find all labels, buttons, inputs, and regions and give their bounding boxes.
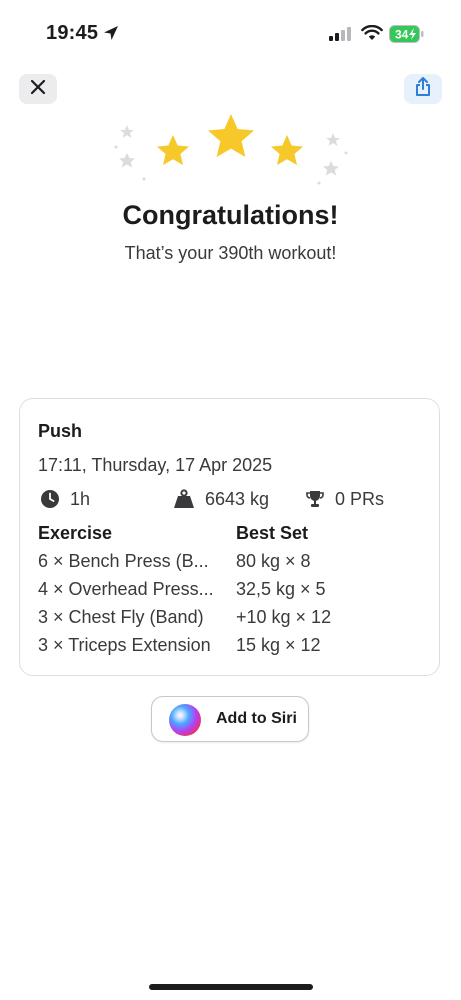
volume-value: 6643 kg	[205, 488, 270, 509]
best-set-column-header: Best Set	[236, 523, 309, 543]
exercise-name: 3 × Triceps Extension	[38, 635, 211, 655]
exercise-name: 3 × Chest Fly (Band)	[38, 607, 204, 627]
location-arrow-icon	[103, 25, 119, 46]
faint-star-icon	[323, 161, 339, 176]
workout-summary-card[interactable]: Push 17:11, Thursday, 17 Apr 2025 1h 664…	[19, 398, 440, 676]
weight-icon	[174, 489, 194, 508]
exercise-column-header: Exercise	[38, 523, 113, 543]
clock-icon	[41, 490, 59, 508]
siri-icon	[169, 704, 201, 736]
exercise-best-set: +10 kg × 12	[236, 607, 332, 627]
exercise-row: 4 × Overhead Press... 32,5 kg × 5	[38, 579, 428, 607]
faint-star-icon	[120, 125, 134, 138]
status-time: 19:45	[46, 22, 99, 44]
wifi-icon	[361, 24, 383, 46]
exercise-row: 3 × Triceps Extension 15 kg × 12	[38, 635, 428, 663]
add-to-siri-button[interactable]: Add to Siri	[151, 696, 309, 742]
volume-stat: 6643 kg	[173, 487, 269, 511]
star-right-icon	[271, 135, 303, 165]
exercise-best-set: 15 kg × 12	[236, 635, 321, 655]
exercise-best-set: 32,5 kg × 5	[236, 579, 326, 599]
celebration-stars	[100, 105, 360, 195]
workout-name: Push	[38, 421, 83, 441]
duration-value: 1h	[70, 488, 91, 509]
workout-datetime: 17:11, Thursday, 17 Apr 2025	[38, 455, 273, 475]
faint-star-icon	[119, 153, 135, 168]
exercise-name: 6 × Bench Press (B...	[38, 551, 209, 571]
exercise-name: 4 × Overhead Press...	[38, 579, 214, 599]
exercise-row: 3 × Chest Fly (Band) +10 kg × 12	[38, 607, 428, 635]
close-button[interactable]	[19, 74, 57, 104]
prs-stat: 0 PRs	[305, 487, 384, 511]
exercise-row: 6 × Bench Press (B... 80 kg × 8	[38, 551, 428, 579]
congrats-title: Congratulations!	[122, 200, 339, 230]
exercise-best-set: 80 kg × 8	[236, 551, 311, 571]
congrats-subtitle: That’s your 390th workout!	[124, 243, 337, 263]
star-left-icon	[157, 135, 189, 165]
star-center-icon	[208, 114, 254, 157]
prs-value: 0 PRs	[335, 488, 385, 509]
status-bar: 19:45 34	[0, 0, 461, 64]
home-indicator[interactable]	[149, 984, 313, 990]
trophy-icon	[306, 491, 324, 507]
battery-level: 34	[395, 28, 409, 42]
duration-stat: 1h	[40, 487, 90, 511]
cellular-signal-icon	[329, 27, 353, 46]
share-icon	[414, 76, 432, 102]
add-to-siri-label: Add to Siri	[216, 710, 297, 727]
close-icon	[30, 79, 46, 100]
faint-star-icon	[326, 133, 340, 146]
battery-icon: 34	[389, 24, 425, 49]
share-button[interactable]	[404, 74, 442, 104]
